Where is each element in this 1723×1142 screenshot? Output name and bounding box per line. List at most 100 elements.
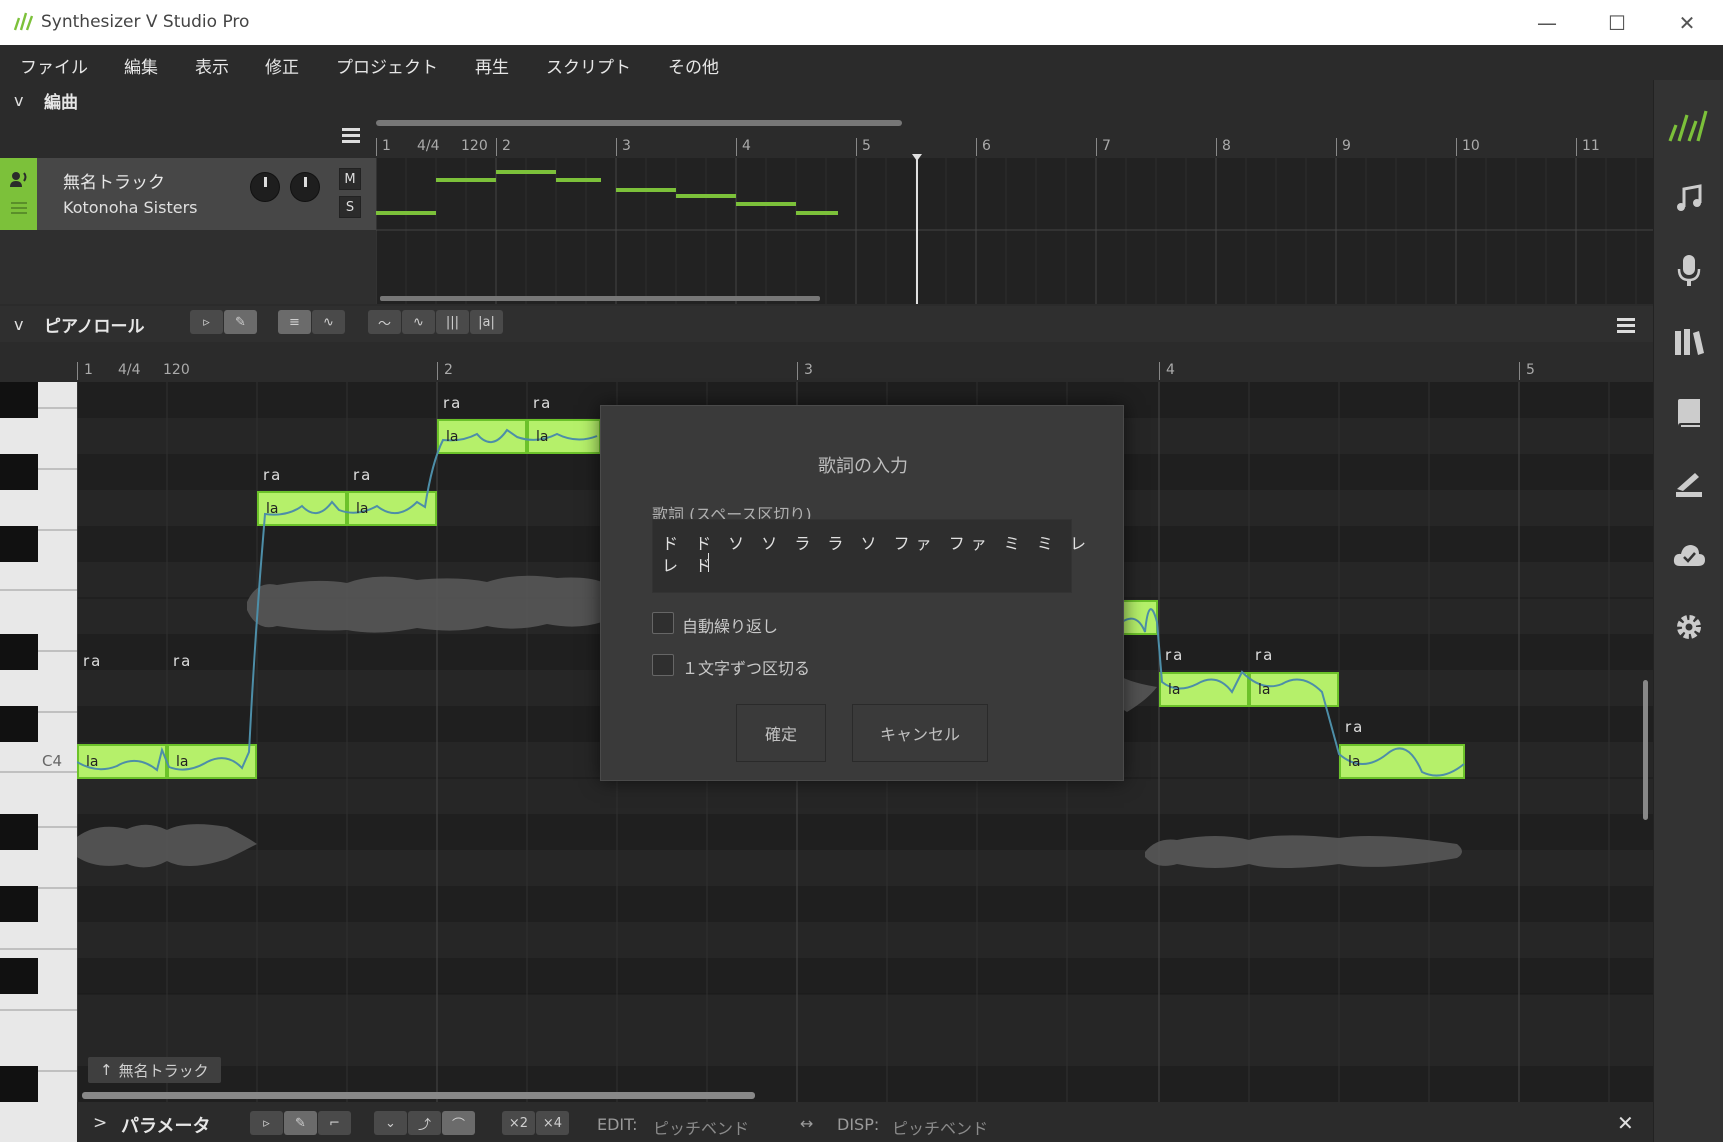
note-tool-button[interactable]: ≡ bbox=[278, 310, 311, 334]
book-icon bbox=[1678, 399, 1700, 427]
sidebar-voice[interactable] bbox=[1654, 235, 1723, 305]
disp-value[interactable]: ピッチベンド bbox=[892, 1115, 988, 1139]
minimize-button[interactable]: — bbox=[1513, 0, 1581, 45]
edit-label: EDIT: bbox=[597, 1115, 638, 1134]
auto-repeat-checkbox[interactable] bbox=[652, 612, 674, 634]
chevron-down-icon[interactable]: v bbox=[14, 91, 34, 110]
menu-project[interactable]: プロジェクト bbox=[336, 53, 438, 78]
empty-track-area[interactable] bbox=[0, 230, 376, 304]
curve-up-icon: ⤴ bbox=[417, 1117, 431, 1133]
mute-button[interactable]: M bbox=[339, 168, 361, 190]
note-lyric[interactable]: la bbox=[1348, 754, 1360, 770]
show-pitch-button[interactable]: 〜 bbox=[368, 310, 401, 334]
note-lyric[interactable]: la bbox=[446, 429, 458, 445]
swap-icon[interactable]: ↔ bbox=[800, 1114, 813, 1133]
param-pen-tool[interactable]: ✎ bbox=[284, 1111, 317, 1135]
note-lyric[interactable]: la bbox=[356, 501, 368, 517]
pianoroll-title: ピアノロール bbox=[44, 316, 145, 337]
cloud-check-icon bbox=[1673, 545, 1705, 566]
sidebar-lyrics[interactable] bbox=[1654, 378, 1723, 448]
note-lyric[interactable]: la bbox=[86, 754, 98, 770]
param-line-tool[interactable]: ⌐ bbox=[318, 1111, 351, 1135]
show-phonemes-button[interactable]: |a| bbox=[470, 310, 503, 334]
bar-label: 2 bbox=[444, 362, 453, 378]
menu-playback[interactable]: 再生 bbox=[475, 53, 509, 78]
arrangement-title: 編曲 bbox=[44, 92, 78, 113]
track-tag[interactable]: ↑ 無名トラック bbox=[88, 1057, 221, 1083]
param-curve-up[interactable]: ⤴ bbox=[408, 1111, 441, 1135]
pitch-tool-button[interactable]: ∿ bbox=[312, 310, 345, 334]
pen-tool-button[interactable]: ✎ bbox=[224, 310, 257, 334]
arrangement-ruler[interactable]: 1 4/4 120 2 3 4 5 6 7 8 9 10 11 bbox=[376, 134, 1653, 158]
note-lyric[interactable]: la bbox=[536, 429, 548, 445]
sidebar-library[interactable] bbox=[1654, 307, 1723, 377]
split-chars-checkbox[interactable] bbox=[652, 654, 674, 676]
param-select-tool[interactable]: ▹ bbox=[250, 1111, 283, 1135]
bar-label: 3 bbox=[622, 138, 631, 154]
parameter-title: パラメータ bbox=[121, 1116, 211, 1137]
c4-label: C4 bbox=[42, 752, 63, 770]
bar-label: 5 bbox=[1526, 362, 1535, 378]
param-x4-button[interactable]: ×4 bbox=[536, 1111, 569, 1135]
solo-button[interactable]: S bbox=[339, 196, 361, 218]
track-name[interactable]: 無名トラック bbox=[63, 168, 165, 193]
note-phoneme: ra bbox=[533, 394, 553, 412]
close-icon[interactable]: ✕ bbox=[1617, 1111, 1634, 1135]
chevron-down-icon[interactable]: v bbox=[14, 315, 34, 334]
sidebar-settings[interactable] bbox=[1654, 592, 1723, 662]
sidebar-logo[interactable] bbox=[1654, 92, 1723, 162]
library-icon bbox=[1675, 329, 1704, 355]
pianoroll-ruler[interactable]: 1 4/4 120 2 3 4 5 bbox=[77, 358, 1653, 382]
menu-edit[interactable]: 編集 bbox=[124, 53, 158, 78]
show-waveform-button[interactable]: ||| bbox=[436, 310, 469, 334]
bar-label: 1 bbox=[84, 362, 93, 378]
pianoroll-menu-icon[interactable] bbox=[1617, 318, 1635, 334]
chevron-right-icon[interactable]: > bbox=[93, 1113, 107, 1133]
edit-value[interactable]: ピッチベンド bbox=[653, 1115, 749, 1139]
close-button[interactable]: ✕ bbox=[1653, 0, 1721, 45]
split-chars-label: １文字ずつ区切る bbox=[682, 659, 811, 678]
sidebar-note-properties[interactable] bbox=[1654, 163, 1723, 233]
menu-script[interactable]: スクリプト bbox=[546, 53, 631, 78]
sidebar-cloud[interactable] bbox=[1654, 520, 1723, 590]
sidebar-render[interactable] bbox=[1654, 449, 1723, 519]
arrangement-scrollbar[interactable] bbox=[376, 120, 902, 126]
menu-file[interactable]: ファイル bbox=[20, 53, 88, 78]
param-curve-down[interactable]: ⌄ bbox=[374, 1111, 407, 1135]
arrangement-track-scrollbar bbox=[380, 296, 820, 301]
cancel-button[interactable]: キャンセル bbox=[852, 704, 988, 762]
lyrics-dialog: 歌詞の入力 歌詞 (スペース区切り) ド ド ソ ソ ラ ラ ソ ファ ファ ミ… bbox=[600, 405, 1124, 781]
gear-icon bbox=[1677, 615, 1701, 639]
param-curve-smooth[interactable]: ⌒ bbox=[442, 1111, 475, 1135]
note-lyric[interactable]: la bbox=[1258, 682, 1270, 698]
menu-modify[interactable]: 修正 bbox=[265, 53, 299, 78]
arrangement-grid[interactable] bbox=[376, 158, 1653, 304]
arrangement-menu-icon[interactable] bbox=[342, 128, 360, 144]
note-lyric[interactable]: la bbox=[266, 501, 278, 517]
volume-knob[interactable] bbox=[250, 172, 280, 202]
track-color-strip[interactable] bbox=[0, 158, 37, 230]
arrangement-note-previews bbox=[376, 170, 838, 215]
note-lyric[interactable]: la bbox=[1168, 682, 1180, 698]
note-lyric[interactable]: la bbox=[176, 754, 188, 770]
pan-knob[interactable] bbox=[290, 172, 320, 202]
playhead[interactable] bbox=[916, 158, 918, 304]
lyrics-input[interactable]: ド ド ソ ソ ラ ラ ソ ファ ファ ミ ミ レ レ ド bbox=[652, 519, 1086, 593]
track-header[interactable]: 無名トラック Kotonoha Sisters M S bbox=[0, 158, 376, 230]
ok-button[interactable]: 確定 bbox=[736, 704, 826, 762]
bar-label: 5 bbox=[862, 138, 871, 154]
close-icon: ✕ bbox=[1678, 10, 1696, 35]
right-sidebar bbox=[1653, 80, 1723, 1142]
track-voice[interactable]: Kotonoha Sisters bbox=[63, 198, 197, 217]
menu-view[interactable]: 表示 bbox=[195, 53, 229, 78]
piano-keyboard[interactable]: C4 bbox=[0, 382, 77, 1142]
param-x2-button[interactable]: ×2 bbox=[502, 1111, 535, 1135]
pitch-curve-icon: ∿ bbox=[323, 314, 334, 330]
menu-other[interactable]: その他 bbox=[668, 53, 719, 78]
bar-label: 2 bbox=[502, 138, 511, 154]
pianoroll-hscrollbar[interactable] bbox=[82, 1092, 755, 1099]
maximize-button[interactable]: ☐ bbox=[1583, 0, 1651, 45]
select-tool-button[interactable]: ▹ bbox=[190, 310, 223, 334]
show-vibrato-button[interactable]: ∿ bbox=[402, 310, 435, 334]
pianoroll-vscrollbar[interactable] bbox=[1643, 680, 1648, 820]
